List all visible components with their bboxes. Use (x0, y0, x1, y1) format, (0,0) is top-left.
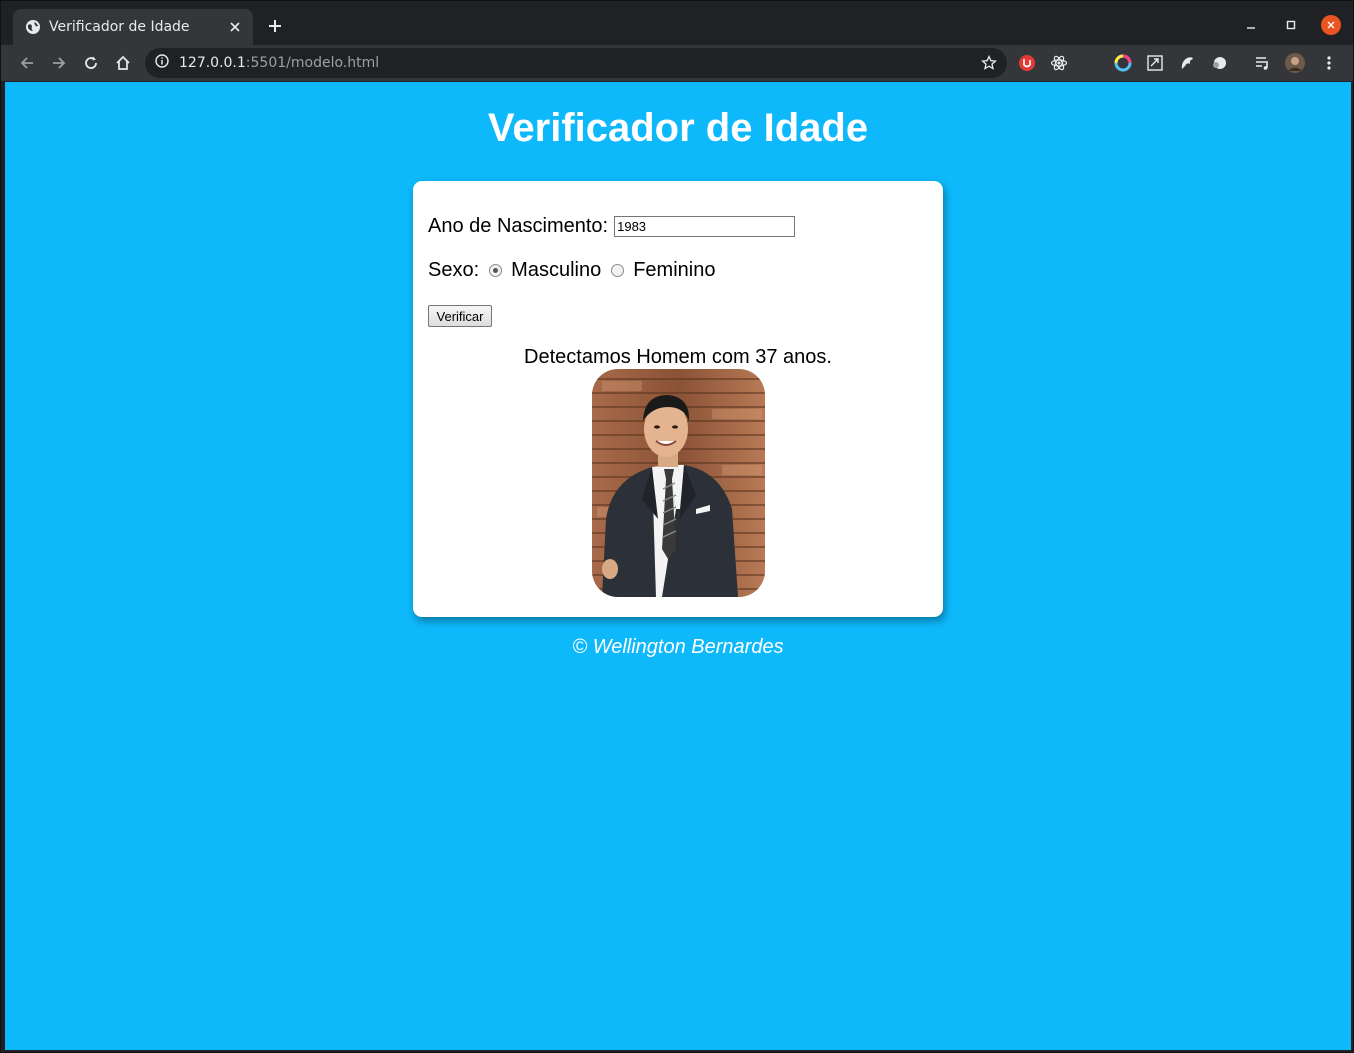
birth-year-input[interactable] (614, 216, 796, 237)
close-icon[interactable] (225, 17, 245, 37)
extension-icon[interactable] (1177, 53, 1197, 73)
globe-icon (25, 19, 41, 35)
result-text: Detectamos Homem com 37 anos. (524, 346, 832, 368)
forward-icon[interactable] (47, 51, 71, 75)
result-photo (592, 369, 765, 597)
browser-tab[interactable]: Verificador de Idade (13, 9, 253, 45)
sex-row: Sexo: Masculino Feminino (428, 259, 715, 282)
radio-female[interactable] (611, 264, 625, 277)
form-card: Ano de Nascimento: Sexo: Masculino Femin… (413, 181, 943, 617)
page-viewport: Verificador de Idade Ano de Nascimento: … (5, 82, 1351, 1050)
footer-credit: © Wellington Bernardes (572, 636, 784, 658)
info-icon[interactable] (155, 53, 169, 73)
tab-title: Verificador de Idade (49, 19, 190, 35)
menu-icon[interactable] (1319, 53, 1339, 73)
address-bar[interactable]: 127.0.0.1:5501/modelo.html (145, 48, 1007, 78)
extension-icon[interactable] (1145, 53, 1165, 73)
extension-icon[interactable] (1017, 53, 1037, 73)
verify-button[interactable]: Verificar (428, 305, 492, 327)
birth-year-row: Ano de Nascimento: (428, 215, 796, 238)
extension-icon[interactable] (1049, 53, 1069, 73)
radio-female-label[interactable]: Feminino (633, 259, 715, 282)
window-close-icon[interactable] (1319, 13, 1343, 37)
sex-label: Sexo: (428, 259, 480, 281)
extension-icon[interactable] (1113, 53, 1133, 73)
birth-year-label: Ano de Nascimento: (428, 215, 609, 237)
maximize-icon[interactable] (1279, 13, 1303, 37)
star-icon[interactable] (981, 54, 997, 76)
page-title: Verificador de Idade (487, 106, 869, 150)
url-text: 127.0.0.1:5501/modelo.html (179, 55, 380, 71)
browser-window: Verificador de Idade 127.0.0.1:5501/mode… (0, 0, 1354, 1053)
tab-strip: Verificador de Idade (1, 1, 1353, 45)
plus-icon[interactable] (263, 15, 287, 39)
home-icon[interactable] (111, 51, 135, 75)
minimize-icon[interactable] (1239, 13, 1263, 37)
back-icon[interactable] (15, 51, 39, 75)
profile-avatar[interactable] (1285, 53, 1305, 73)
browser-toolbar: 127.0.0.1:5501/modelo.html (1, 45, 1353, 81)
reload-icon[interactable] (79, 51, 103, 75)
media-control-icon[interactable] (1253, 53, 1273, 73)
radio-male[interactable] (489, 264, 503, 277)
radio-male-label[interactable]: Masculino (511, 259, 601, 282)
extension-icon[interactable] (1209, 53, 1229, 73)
